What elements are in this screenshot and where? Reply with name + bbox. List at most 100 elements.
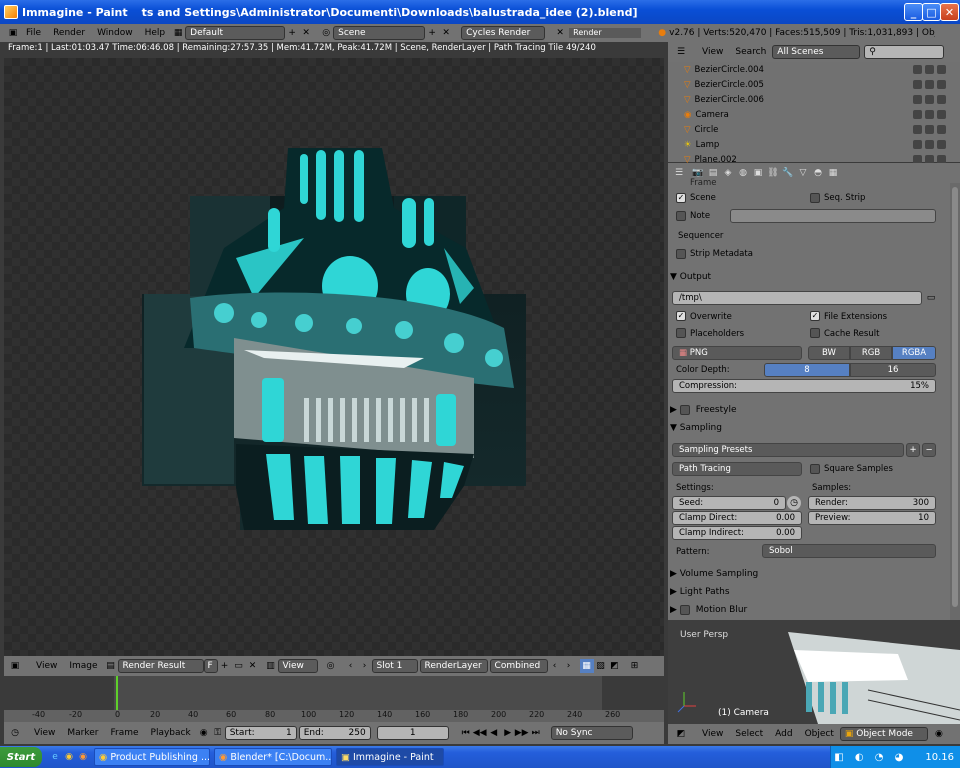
timeline-area[interactable] bbox=[4, 676, 664, 710]
image-browse-icon[interactable]: ▤ bbox=[104, 659, 118, 673]
light-paths-panel-header[interactable]: ▶ Light Paths bbox=[670, 584, 938, 600]
sync-select[interactable]: No Sync bbox=[550, 726, 633, 740]
editor-type-icon[interactable]: ◷ bbox=[8, 726, 22, 740]
menu-select[interactable]: Select bbox=[735, 729, 763, 739]
motion-blur-panel-header[interactable]: ▶ Motion Blur bbox=[670, 602, 938, 618]
menu-search[interactable]: Search bbox=[735, 47, 766, 57]
menu-view[interactable]: View bbox=[36, 661, 57, 671]
new-image-icon[interactable]: + bbox=[218, 659, 232, 673]
scene-add-icon[interactable]: + bbox=[425, 26, 439, 40]
menu-file[interactable]: File bbox=[26, 28, 41, 38]
volume-sampling-panel-header[interactable]: ▶ Volume Sampling bbox=[670, 566, 938, 582]
end-frame-field[interactable]: End: 250 bbox=[298, 726, 371, 740]
pattern-select[interactable]: Sobol bbox=[762, 544, 936, 558]
minimize-button[interactable]: _ bbox=[904, 3, 923, 21]
open-image-icon[interactable]: ▭ bbox=[232, 659, 246, 673]
preset-add-button[interactable]: + bbox=[906, 443, 920, 457]
animated-seed-icon[interactable]: ◷ bbox=[787, 496, 801, 510]
world-tab-icon[interactable]: ◍ bbox=[736, 166, 750, 180]
layout-remove-icon[interactable]: ✕ bbox=[299, 26, 313, 40]
slot-next-icon[interactable]: › bbox=[358, 659, 372, 673]
data-tab-icon[interactable]: ▽ bbox=[796, 166, 810, 180]
file-extensions-checkbox[interactable]: ✓ bbox=[810, 311, 820, 321]
shading-icon[interactable]: ◉ bbox=[932, 727, 946, 741]
task-paint[interactable]: ▣ Immagine - Paint bbox=[336, 748, 444, 766]
editor-type-icon[interactable]: ▣ bbox=[8, 659, 22, 673]
start-frame-field[interactable]: Start: 1 bbox=[224, 726, 297, 740]
constraints-tab-icon[interactable]: ⛓ bbox=[766, 166, 780, 180]
menu-render[interactable]: Render bbox=[53, 28, 85, 38]
file-format-select[interactable]: ▦ PNG bbox=[672, 346, 802, 360]
clamp-direct-field[interactable]: Clamp Direct: 0.00 bbox=[672, 511, 802, 525]
color-bw-button[interactable]: BW bbox=[808, 346, 850, 360]
firefox-icon[interactable]: ◉ bbox=[76, 750, 90, 764]
properties-scrollbar[interactable] bbox=[950, 183, 960, 620]
outliner-item[interactable]: ◉ Camera bbox=[668, 107, 950, 122]
menu-image[interactable]: Image bbox=[69, 661, 97, 671]
menu-view[interactable]: View bbox=[34, 728, 55, 738]
render-engine-select[interactable]: Cycles Render bbox=[461, 26, 546, 40]
prev-key-icon[interactable]: ◀◀ bbox=[473, 726, 487, 740]
outliner-item[interactable]: ▽ Circle bbox=[668, 122, 950, 137]
render-layer-select[interactable]: RenderLayer bbox=[419, 659, 488, 673]
layout-add-icon[interactable]: + bbox=[285, 26, 299, 40]
note-input[interactable] bbox=[730, 209, 936, 223]
z-buffer-icon[interactable]: ◩ bbox=[608, 659, 622, 673]
play-reverse-icon[interactable]: ◀ bbox=[487, 726, 501, 740]
folder-icon[interactable]: ▭ bbox=[924, 291, 938, 305]
view-mode-icon[interactable]: ▥ bbox=[264, 659, 278, 673]
color-rgb-button[interactable]: RGB bbox=[850, 346, 892, 360]
chrome-icon[interactable]: ◉ bbox=[62, 750, 76, 764]
current-frame-field[interactable]: 1 bbox=[376, 726, 449, 740]
object-tab-icon[interactable]: ▣ bbox=[751, 166, 765, 180]
modifiers-tab-icon[interactable]: 🔧 bbox=[781, 166, 795, 180]
menu-playback[interactable]: Playback bbox=[151, 728, 191, 738]
strip-metadata-checkbox[interactable] bbox=[676, 249, 686, 259]
scene-tab-icon[interactable]: ◈ bbox=[721, 166, 735, 180]
alpha-channel-icon[interactable]: ▧ bbox=[594, 659, 608, 673]
scopes-icon[interactable]: ⊞ bbox=[628, 659, 642, 673]
menu-view[interactable]: View bbox=[702, 729, 723, 739]
menu-window[interactable]: Window bbox=[97, 28, 133, 38]
render-result-viewport[interactable] bbox=[4, 58, 664, 656]
visibility-toggles[interactable] bbox=[913, 125, 946, 134]
seed-field[interactable]: Seed: 0 bbox=[672, 496, 786, 510]
task-product-publishing[interactable]: ◉ Product Publishing ... bbox=[94, 748, 210, 766]
keying-icon[interactable]: ⚿ bbox=[211, 726, 225, 740]
visibility-toggles[interactable] bbox=[913, 140, 946, 149]
seq-strip-checkbox[interactable] bbox=[810, 193, 820, 203]
editor-type-icon[interactable]: ◩ bbox=[674, 727, 688, 741]
jump-end-icon[interactable]: ⏭ bbox=[529, 726, 543, 740]
scene-field[interactable]: Scene bbox=[333, 26, 426, 40]
cache-result-checkbox[interactable] bbox=[810, 328, 820, 338]
start-button[interactable]: Start bbox=[0, 747, 42, 767]
scene-remove-icon[interactable]: ✕ bbox=[439, 26, 453, 40]
freestyle-panel-header[interactable]: ▶ Freestyle bbox=[670, 402, 938, 418]
tray-icons[interactable]: ◧ ◐ ◔ ◕ bbox=[834, 752, 907, 763]
freestyle-checkbox[interactable] bbox=[679, 405, 690, 415]
maximize-button[interactable]: □ bbox=[922, 3, 941, 21]
image-name-field[interactable]: Render Result bbox=[117, 659, 204, 673]
render-pass-select[interactable]: Combined bbox=[489, 659, 548, 673]
menu-marker[interactable]: Marker bbox=[67, 728, 98, 738]
visibility-toggles[interactable] bbox=[913, 110, 946, 119]
mode-select[interactable]: ▣ Object Mode bbox=[839, 727, 928, 741]
pass-next-icon[interactable]: › bbox=[562, 659, 576, 673]
note-checkbox[interactable] bbox=[676, 211, 686, 221]
editor-type-icon[interactable]: ☰ bbox=[674, 45, 688, 59]
clock[interactable]: 10.16 bbox=[925, 752, 954, 763]
current-frame-marker[interactable] bbox=[116, 676, 118, 710]
draw-channels-icon[interactable]: ▦ bbox=[579, 659, 594, 673]
visibility-toggles[interactable] bbox=[913, 95, 946, 104]
outliner-item[interactable]: ☀ Lamp bbox=[668, 137, 950, 152]
unlink-image-icon[interactable]: ✕ bbox=[246, 659, 260, 673]
menu-view[interactable]: View bbox=[702, 47, 723, 57]
screen-layout-field[interactable]: Default bbox=[185, 26, 286, 40]
sampling-panel-header[interactable]: ▼ Sampling bbox=[670, 420, 938, 436]
clamp-indirect-field[interactable]: Clamp Indirect: 0.00 bbox=[672, 526, 802, 540]
output-panel-header[interactable]: ▼ Output bbox=[670, 269, 938, 285]
play-icon[interactable]: ▶ bbox=[501, 726, 515, 740]
sampling-presets-select[interactable]: Sampling Presets bbox=[672, 443, 904, 457]
fake-user-button[interactable]: F bbox=[203, 659, 218, 673]
scene-icon[interactable]: ◎ bbox=[319, 26, 333, 40]
